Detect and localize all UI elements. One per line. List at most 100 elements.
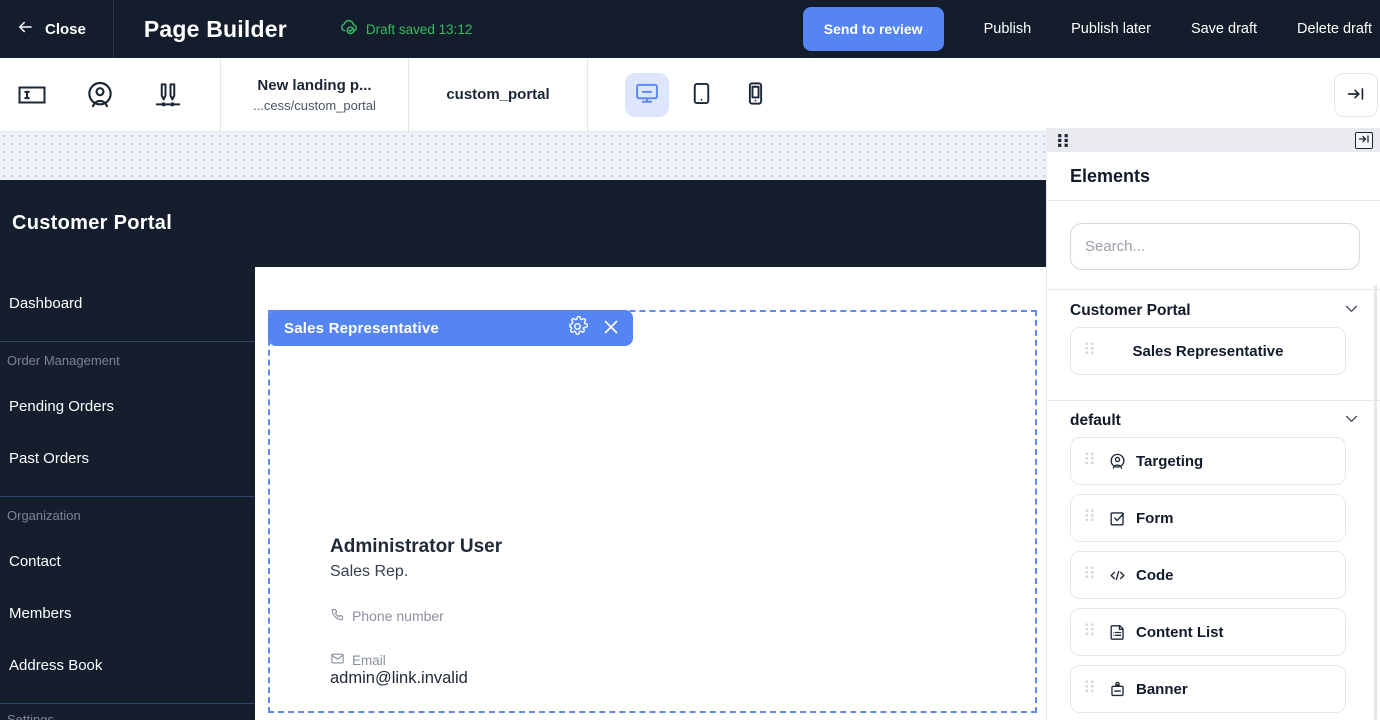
top-bar: Close Page Builder Draft saved 13:12 Sen… [0,0,1380,58]
save-draft-button[interactable]: Save draft [1191,21,1257,37]
email-label-row: Email [330,651,386,669]
phone-label: Phone number [352,608,444,624]
panel-scrollbar[interactable] [1374,285,1377,720]
element-card-label: Content List [1136,624,1224,641]
topbar-divider [113,0,114,58]
content-list-icon [1108,623,1127,642]
group-header-customer-portal[interactable]: Customer Portal [1070,300,1360,322]
chevron-down-icon [1343,300,1360,322]
app-title: Page Builder [144,16,287,43]
close-icon [600,316,622,341]
element-card-label: Sales Representative [1071,343,1345,360]
sidebar-divider [0,341,255,342]
element-card-targeting[interactable]: Targeting [1070,437,1346,485]
page-path: ...cess/custom_portal [221,98,408,113]
delete-draft-button[interactable]: Delete draft [1297,21,1372,37]
desktop-preview-button[interactable] [625,73,669,117]
toolbar-divider [587,58,588,131]
drag-handle-icon[interactable] [1085,509,1095,527]
chevron-down-icon [1343,410,1360,432]
envelope-icon [330,651,345,669]
preview-sidebar: Dashboard Order Management Pending Order… [0,267,255,720]
drag-handle-icon[interactable] [1085,566,1095,584]
pins-icon[interactable] [152,79,184,111]
email-label: Email [352,653,386,668]
tablet-icon [688,80,715,110]
sidebar-section-organization: Organization [7,508,81,523]
builder-canvas: Customer Portal Dashboard Order Manageme… [0,132,1046,720]
back-arrow-icon [16,18,34,40]
sidebar-item-contact[interactable]: Contact [9,553,61,570]
panel-divider [1047,200,1380,201]
sidebar-item-dashboard[interactable]: Dashboard [9,295,82,312]
drag-handle-icon[interactable] [1085,623,1095,641]
search-input[interactable] [1070,223,1360,270]
selected-element-sales-representative[interactable]: Sales Representative Administrator User … [268,310,1037,713]
preview-content-area: Sales Representative Administrator User … [255,267,1046,720]
sidebar-item-members[interactable]: Members [9,605,72,622]
mobile-preview-button[interactable] [733,73,777,117]
panel-title: Elements [1070,166,1150,187]
element-card-label: Banner [1136,681,1188,698]
group-header-default[interactable]: default [1070,410,1360,432]
element-card-banner[interactable]: Banner [1070,665,1346,713]
collapse-panel-button[interactable] [1334,73,1378,117]
drag-handle-icon[interactable] [1085,452,1095,470]
element-card-sales-representative[interactable]: Sales Representative [1070,327,1346,375]
sidebar-item-address-book[interactable]: Address Book [9,657,102,674]
cloud-check-icon [339,18,358,40]
page-selector[interactable]: New landing p... ...cess/custom_portal [221,77,408,113]
preview-page-title: Customer Portal [12,212,172,235]
element-card-code[interactable]: Code [1070,551,1346,599]
sidebar-section-order-management: Order Management [7,353,120,368]
device-preview-switcher [625,73,777,117]
panel-divider [1047,289,1380,290]
elements-panel: Elements Customer Portal Sales Represent… [1046,128,1380,720]
element-card-form[interactable]: Form [1070,494,1346,542]
audience-icon[interactable] [84,79,116,111]
close-button[interactable]: Close [16,18,86,40]
publish-button[interactable]: Publish [984,21,1032,37]
preview-page-header[interactable]: Customer Portal [0,180,1046,267]
panel-collapse-button[interactable] [1355,132,1373,149]
close-label: Close [45,21,86,38]
contact-full-name: Administrator User [330,536,502,558]
selected-element-toolbar[interactable]: Sales Representative [268,310,633,346]
group-name: Customer Portal [1070,302,1191,320]
draft-status: Draft saved 13:12 [339,18,473,40]
draft-status-label: Draft saved 13:12 [366,22,473,37]
send-to-review-button[interactable]: Send to review [803,7,944,51]
tablet-preview-button[interactable] [679,73,723,117]
phone-icon [330,607,345,625]
selected-element-title: Sales Representative [284,320,439,337]
phone-row: Phone number [330,607,444,625]
arrow-to-bar-icon [1358,133,1370,148]
drag-handle-icon[interactable] [1085,680,1095,698]
gear-icon [567,316,588,340]
text-field-icon[interactable] [16,79,48,111]
sidebar-item-past-orders[interactable]: Past Orders [9,450,89,467]
publish-later-button[interactable]: Publish later [1071,21,1151,37]
drag-handle-icon[interactable] [1057,133,1070,148]
mobile-icon [742,80,769,110]
sidebar-item-pending-orders[interactable]: Pending Orders [9,398,114,415]
page-builder-app: Close Page Builder Draft saved 13:12 Sen… [0,0,1380,720]
element-card-label: Code [1136,567,1174,584]
element-card-label: Targeting [1136,453,1203,470]
drop-zone-dotted-area[interactable] [0,132,1046,180]
form-icon [1108,509,1127,528]
panel-grab-bar[interactable] [1047,128,1380,152]
element-settings-button[interactable] [565,316,589,340]
element-card-label: Form [1136,510,1174,527]
banner-icon [1108,680,1127,699]
element-card-content-list[interactable]: Content List [1070,608,1346,656]
sidebar-divider [0,496,255,497]
panel-divider [1047,400,1380,401]
code-icon [1108,566,1127,585]
group-name: default [1070,412,1121,430]
element-deselect-button[interactable] [599,316,623,340]
contact-role: Sales Rep. [330,563,408,581]
sidebar-section-settings: Settings [7,712,54,720]
email-value: admin@link.invalid [330,669,468,688]
tab-custom-portal[interactable]: custom_portal [409,86,587,103]
